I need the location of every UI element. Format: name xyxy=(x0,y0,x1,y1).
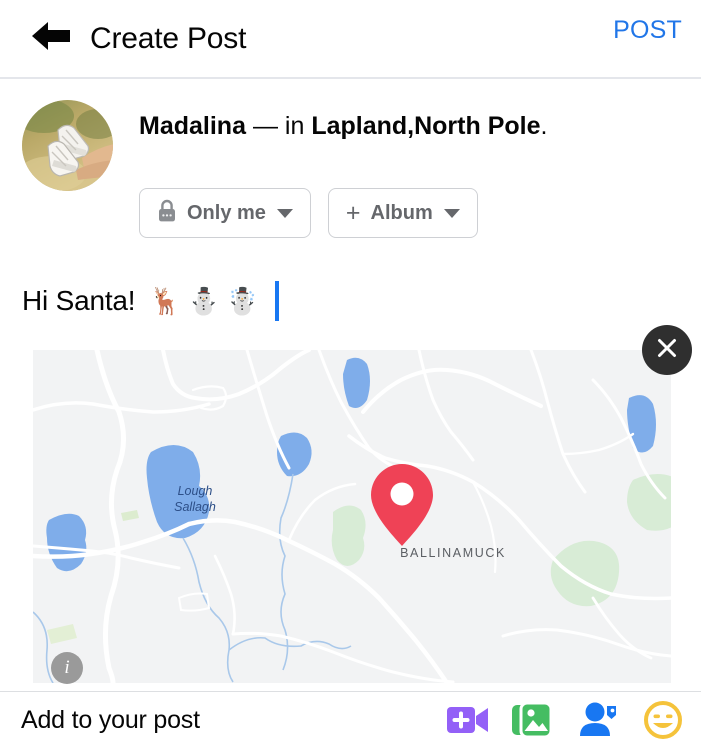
info-icon: i xyxy=(64,657,70,678)
in-word: in xyxy=(284,112,305,140)
svg-text:Sallagh: Sallagh xyxy=(174,500,216,514)
tag-people-icon[interactable] xyxy=(576,700,620,740)
svg-text:Lough: Lough xyxy=(178,484,213,498)
attachment-icons xyxy=(446,700,685,740)
chevron-down-icon xyxy=(443,208,460,218)
back-button[interactable] xyxy=(20,8,82,70)
post-button[interactable]: POST xyxy=(613,16,682,45)
album-label: Album xyxy=(370,201,433,224)
page-title: Create Post xyxy=(90,21,247,55)
album-selector[interactable]: + Album xyxy=(327,188,478,238)
create-post-screen: Create Post POST Madalina — in Lapland,N… xyxy=(0,0,701,753)
author-name[interactable]: Madalina xyxy=(139,112,246,140)
plus-icon: + xyxy=(345,198,361,227)
map-label-place: BALLINAMUCK xyxy=(400,546,506,560)
author-line: Madalina — in Lapland,North Pole. xyxy=(139,112,547,141)
lock-icon xyxy=(157,199,177,228)
app-header: Create Post POST xyxy=(0,0,701,79)
audience-selector[interactable]: Only me xyxy=(139,188,311,238)
trailing-period: . xyxy=(540,112,548,140)
post-text-input[interactable]: Hi Santa! 🦌⛄☃️ xyxy=(22,279,279,323)
author-dash: — xyxy=(252,112,278,140)
avatar[interactable] xyxy=(22,100,113,191)
close-icon xyxy=(655,336,679,365)
post-text-emoji: 🦌⛄☃️ xyxy=(149,285,265,316)
post-text-value: Hi Santa! xyxy=(22,285,136,316)
remove-location-button[interactable] xyxy=(642,325,692,375)
map-info-button[interactable]: i xyxy=(51,652,83,684)
location-name[interactable]: Lapland,North Pole xyxy=(311,112,540,140)
add-to-post-label: Add to your post xyxy=(21,706,200,734)
photo-library-icon[interactable] xyxy=(511,700,555,740)
audience-label: Only me xyxy=(187,201,266,224)
location-map-preview[interactable]: Lough Sallagh BALLINAMUCK xyxy=(33,350,671,683)
text-cursor xyxy=(274,281,279,321)
live-video-icon[interactable] xyxy=(446,700,490,740)
chevron-down-icon xyxy=(276,208,293,218)
feeling-activity-icon[interactable] xyxy=(641,700,685,740)
options-pill-row: Only me + Album xyxy=(139,188,478,238)
add-to-post-bar: Add to your post xyxy=(0,691,701,753)
arrow-left-icon xyxy=(29,19,73,58)
